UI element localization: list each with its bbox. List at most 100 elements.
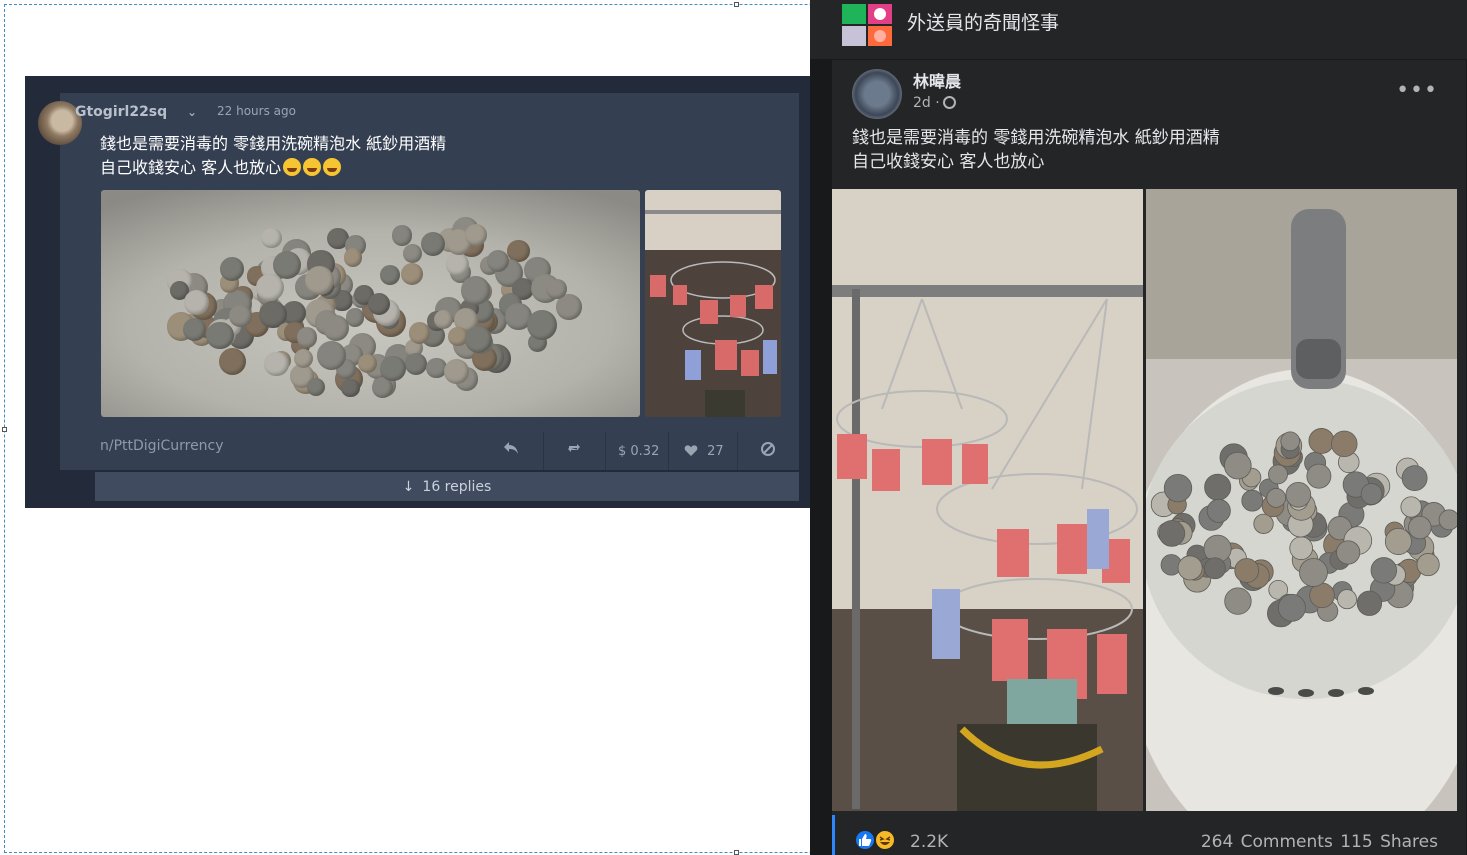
coins-sink-photo[interactable] [1146,189,1457,811]
resize-handle-top[interactable] [734,2,739,7]
laughing-emoji-icon [283,158,302,176]
left-post-text-line2-wrap: 自己收錢安心 客人也放心 [100,156,660,180]
coin [229,304,252,328]
coin [1289,536,1313,560]
left-post-text: 錢也是需要消毒的 零錢用洗碗精泡水 紙鈔用酒精 自己收錢安心 客人也放心 [100,132,660,180]
tip-button[interactable]: $ 0.32 [618,441,659,463]
coin [527,310,557,341]
like-button[interactable]: 27 [684,441,724,463]
coin [219,257,244,282]
coin [1224,587,1252,615]
reactions-bar: 2.2K 264 Comments 115 Shares [832,815,1466,855]
coin [434,310,454,330]
heart-icon [684,445,698,456]
coin [1370,557,1397,584]
left-post-text-line2: 自己收錢安心 客人也放心 [100,158,282,177]
coin [486,249,509,272]
coin [1336,540,1361,565]
action-divider [737,432,738,470]
author-name[interactable]: 林暐晨 [913,68,961,92]
arrow-down-icon: ↓ [402,478,415,495]
resize-handle-bottom[interactable] [734,850,739,855]
coin [464,326,492,354]
coin [261,227,282,249]
coin [1285,481,1312,508]
more-options-icon[interactable]: ••• [1396,78,1438,103]
coin [1253,513,1274,534]
post-stats: 264 Comments 115 Shares [1201,832,1438,852]
banknotes-drying-rack-illustration [645,190,781,417]
banknote-rack-illustration [832,189,1143,811]
facebook-panel: 外送員的奇聞怪事 林暐晨 2d · ••• 錢也是需要消毒的 零錢用洗碗精泡水 … [810,0,1467,855]
coin [1163,473,1193,503]
community-link[interactable]: n/PttDigiCurrency [100,438,224,454]
replies-label: 16 replies [422,478,492,495]
coin [392,225,413,246]
coin [1308,428,1335,454]
coin [368,292,391,315]
comments-count[interactable]: 264 Comments [1201,832,1333,852]
banknotes-photo[interactable] [832,189,1143,811]
repost-icon[interactable] [567,441,581,463]
coin [1337,589,1357,610]
coin [1408,515,1432,540]
coin [1360,483,1383,505]
left-coins-photo[interactable] [101,190,640,417]
coin [1438,509,1457,531]
coin [296,327,318,349]
haha-reaction-icon[interactable] [874,829,896,851]
reply-icon[interactable] [503,441,519,463]
coin [1241,489,1264,512]
post-text-line1: 錢也是需要消毒的 零錢用洗碗精泡水 紙鈔用酒精 [852,128,1220,148]
left-post-text-line1: 錢也是需要消毒的 零錢用洗碗精泡水 紙鈔用酒精 [100,134,447,153]
coin [1401,465,1428,492]
coin [461,276,490,305]
chevron-down-icon[interactable]: ⌄ [187,105,197,119]
screenshot-canvas: Gtogirl22sq ⌄ 22 hours ago 錢也是需要消毒的 零錢用洗… [0,0,1467,855]
post-time[interactable]: 2d · [913,95,940,111]
coin [464,223,488,247]
like-reaction-icon[interactable] [854,829,876,851]
coin [219,348,247,376]
facebook-post-card: 林暐晨 2d · ••• 錢也是需要消毒的 零錢用洗碗精泡水 紙鈔用酒精 自己收… [832,60,1466,855]
coin [1234,558,1260,583]
block-icon[interactable] [760,441,776,463]
coin [446,253,469,276]
coin [400,262,423,285]
like-count: 27 [707,444,724,459]
post-meta: 2d · [913,95,956,111]
coin [1280,431,1301,452]
reaction-count[interactable]: 2.2K [910,832,948,852]
coin [256,273,285,302]
coin [1277,593,1306,622]
coin [380,355,406,381]
coin [341,378,360,397]
coin [1158,520,1186,547]
coin [1400,496,1422,518]
group-title[interactable]: 外送員的奇聞怪事 [907,8,1059,35]
left-username[interactable]: Gtogirl22sq [75,104,167,120]
coin [206,322,234,350]
author-avatar[interactable] [852,69,902,119]
coin [1356,590,1383,616]
resize-handle-left[interactable] [2,427,7,432]
coin [403,243,423,263]
coin [1206,498,1231,523]
shares-count[interactable]: 115 Shares [1340,832,1438,852]
coin [323,315,350,342]
laughing-emoji-icon [323,158,342,176]
coin [1177,555,1203,581]
coin [1204,557,1226,580]
group-icon[interactable] [842,4,892,46]
left-post-time: 22 hours ago [217,104,296,118]
left-banknotes-photo[interactable] [645,190,781,417]
coin [1331,430,1358,458]
view-replies-button[interactable]: ↓ 16 replies [95,472,799,501]
coin [1268,464,1288,485]
coins-in-sink-illustration [1146,189,1457,811]
coin [1266,488,1287,508]
coin [264,351,289,377]
globe-icon [942,96,956,109]
coin [1299,558,1328,587]
coin [409,322,431,344]
